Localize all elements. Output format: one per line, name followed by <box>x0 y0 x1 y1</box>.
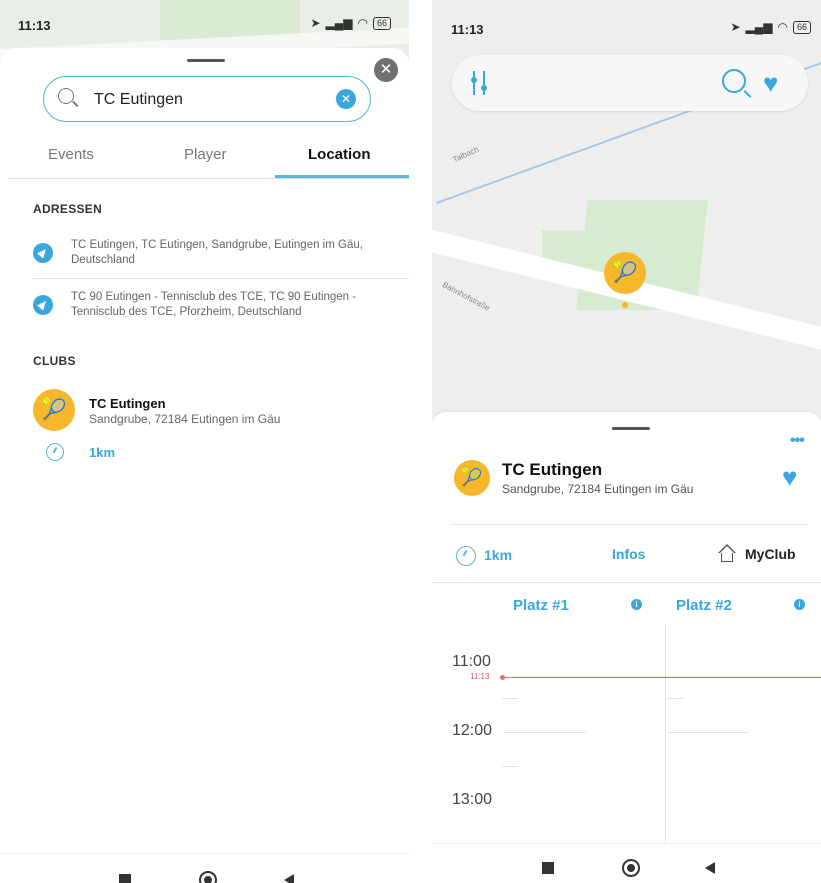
address-text: TC Eutingen, TC Eutingen, Sandgrube, Eut… <box>71 239 363 266</box>
info-icon[interactable]: i <box>794 599 805 610</box>
back-icon[interactable] <box>284 874 294 883</box>
club-screen: Talbach Bahnhofstraße 🎾 11:13 ➤ ▂▄▆ ◠ 66… <box>432 0 821 883</box>
tab-events[interactable]: Events <box>48 146 94 163</box>
distance-gauge-icon <box>46 443 64 461</box>
tennis-player-icon: 🎾 <box>454 460 490 496</box>
address-result[interactable]: TC Eutingen, TC Eutingen, Sandgrube, Eut… <box>33 238 381 270</box>
tennis-player-icon: 🎾 <box>33 389 75 431</box>
map-street-label: Talbach <box>451 144 481 165</box>
favorite-heart-icon[interactable]: ♥ <box>782 464 797 490</box>
signal-icon: ▂▄▆ <box>745 20 773 34</box>
search-sheet: ✕ TC Eutingen ✕ Events Player Location A… <box>0 48 409 883</box>
favorites-heart-icon[interactable]: ♥ <box>763 70 778 96</box>
android-nav-bar <box>432 843 821 883</box>
hour-label: 13:00 <box>452 791 493 808</box>
club-address: Sandgrube, 72184 Eutingen im Gäu <box>89 412 281 426</box>
recents-icon[interactable] <box>119 874 131 883</box>
infos-button[interactable]: Infos <box>612 546 645 562</box>
current-time-line <box>502 677 821 678</box>
status-time: 11:13 <box>451 22 484 37</box>
wifi-icon: ◠ <box>777 20 788 34</box>
clear-search-button[interactable]: ✕ <box>336 89 356 109</box>
signal-icon: ▂▄▆ <box>325 16 353 30</box>
close-icon: ✕ <box>379 61 393 78</box>
location-pin-icon <box>33 243 53 263</box>
back-icon[interactable] <box>705 862 715 874</box>
status-icons: ➤ ▂▄▆ ◠ 66 <box>310 16 391 30</box>
club-name: TC Eutingen <box>89 396 166 411</box>
club-distance: 1km <box>484 547 513 563</box>
search-icon[interactable] <box>722 69 746 93</box>
more-options-icon[interactable]: ••• <box>790 432 805 450</box>
close-button[interactable]: ✕ <box>374 58 398 82</box>
location-arrow-icon: ➤ <box>310 16 321 30</box>
location-pin-icon <box>33 295 53 315</box>
status-icons: ➤ ▂▄▆ ◠ 66 <box>730 20 811 34</box>
search-icon <box>58 88 74 104</box>
search-screen: 11:13 ➤ ▂▄▆ ◠ 66 ✕ TC Eutingen ✕ Events … <box>0 0 409 883</box>
club-distance: 1km <box>89 445 116 460</box>
status-bar: 11:13 ➤ ▂▄▆ ◠ 66 <box>0 0 409 40</box>
court-column-divider <box>665 625 666 855</box>
search-query[interactable]: TC Eutingen <box>94 91 183 109</box>
divider <box>432 582 821 583</box>
map-toolbar: ♥ <box>452 55 808 111</box>
section-heading-clubs: CLUBS <box>33 354 76 368</box>
android-nav-bar <box>0 853 409 883</box>
filter-sliders-icon[interactable] <box>470 71 490 95</box>
search-input[interactable]: TC Eutingen ✕ <box>43 76 371 122</box>
myclub-button[interactable]: MyClub <box>745 546 796 562</box>
clear-icon: ✕ <box>340 92 352 106</box>
club-address: Sandgrube, 72184 Eutingen im Gäu <box>502 482 694 496</box>
address-result[interactable]: TC 90 Eutingen - Tennisclub des TCE, TC … <box>33 290 381 322</box>
current-time-dot <box>500 675 505 680</box>
court-header-platz-1[interactable]: Platz #1 <box>513 597 569 614</box>
section-heading-addresses: ADRESSEN <box>33 202 103 216</box>
drag-handle[interactable] <box>612 427 650 430</box>
map-street-label: Bahnhofstraße <box>440 280 492 313</box>
hour-label: 12:00 <box>452 722 493 739</box>
tab-player[interactable]: Player <box>184 146 227 163</box>
tab-bar: Events Player Location <box>8 144 409 179</box>
info-icon[interactable]: i <box>631 599 642 610</box>
battery-icon: 66 <box>792 20 811 34</box>
hour-label: 11:00 <box>452 653 491 670</box>
distance-gauge-icon <box>456 546 476 566</box>
home-icon[interactable] <box>622 859 640 877</box>
status-time: 11:13 <box>18 18 51 33</box>
divider <box>33 278 409 279</box>
wifi-icon: ◠ <box>357 16 368 30</box>
recents-icon[interactable] <box>542 862 554 874</box>
marker-dot <box>622 302 628 308</box>
drag-handle[interactable] <box>187 59 225 62</box>
club-map-marker[interactable]: 🎾 <box>604 252 646 294</box>
home-icon <box>718 544 736 562</box>
home-icon[interactable] <box>199 871 217 883</box>
tab-location[interactable]: Location <box>308 146 371 163</box>
address-text: TC 90 Eutingen - Tennisclub des TCE, TC … <box>71 291 357 318</box>
location-arrow-icon: ➤ <box>730 20 741 34</box>
current-time-label: 11:13 <box>470 672 490 681</box>
club-name: TC Eutingen <box>502 460 603 479</box>
active-tab-indicator <box>275 175 409 178</box>
club-detail-sheet: ••• 🎾 TC Eutingen Sandgrube, 72184 Eutin… <box>432 412 821 883</box>
divider <box>452 524 808 525</box>
battery-icon: 66 <box>372 16 391 30</box>
status-bar: 11:13 ➤ ▂▄▆ ◠ 66 <box>432 0 821 40</box>
court-header-platz-2[interactable]: Platz #2 <box>676 597 732 614</box>
